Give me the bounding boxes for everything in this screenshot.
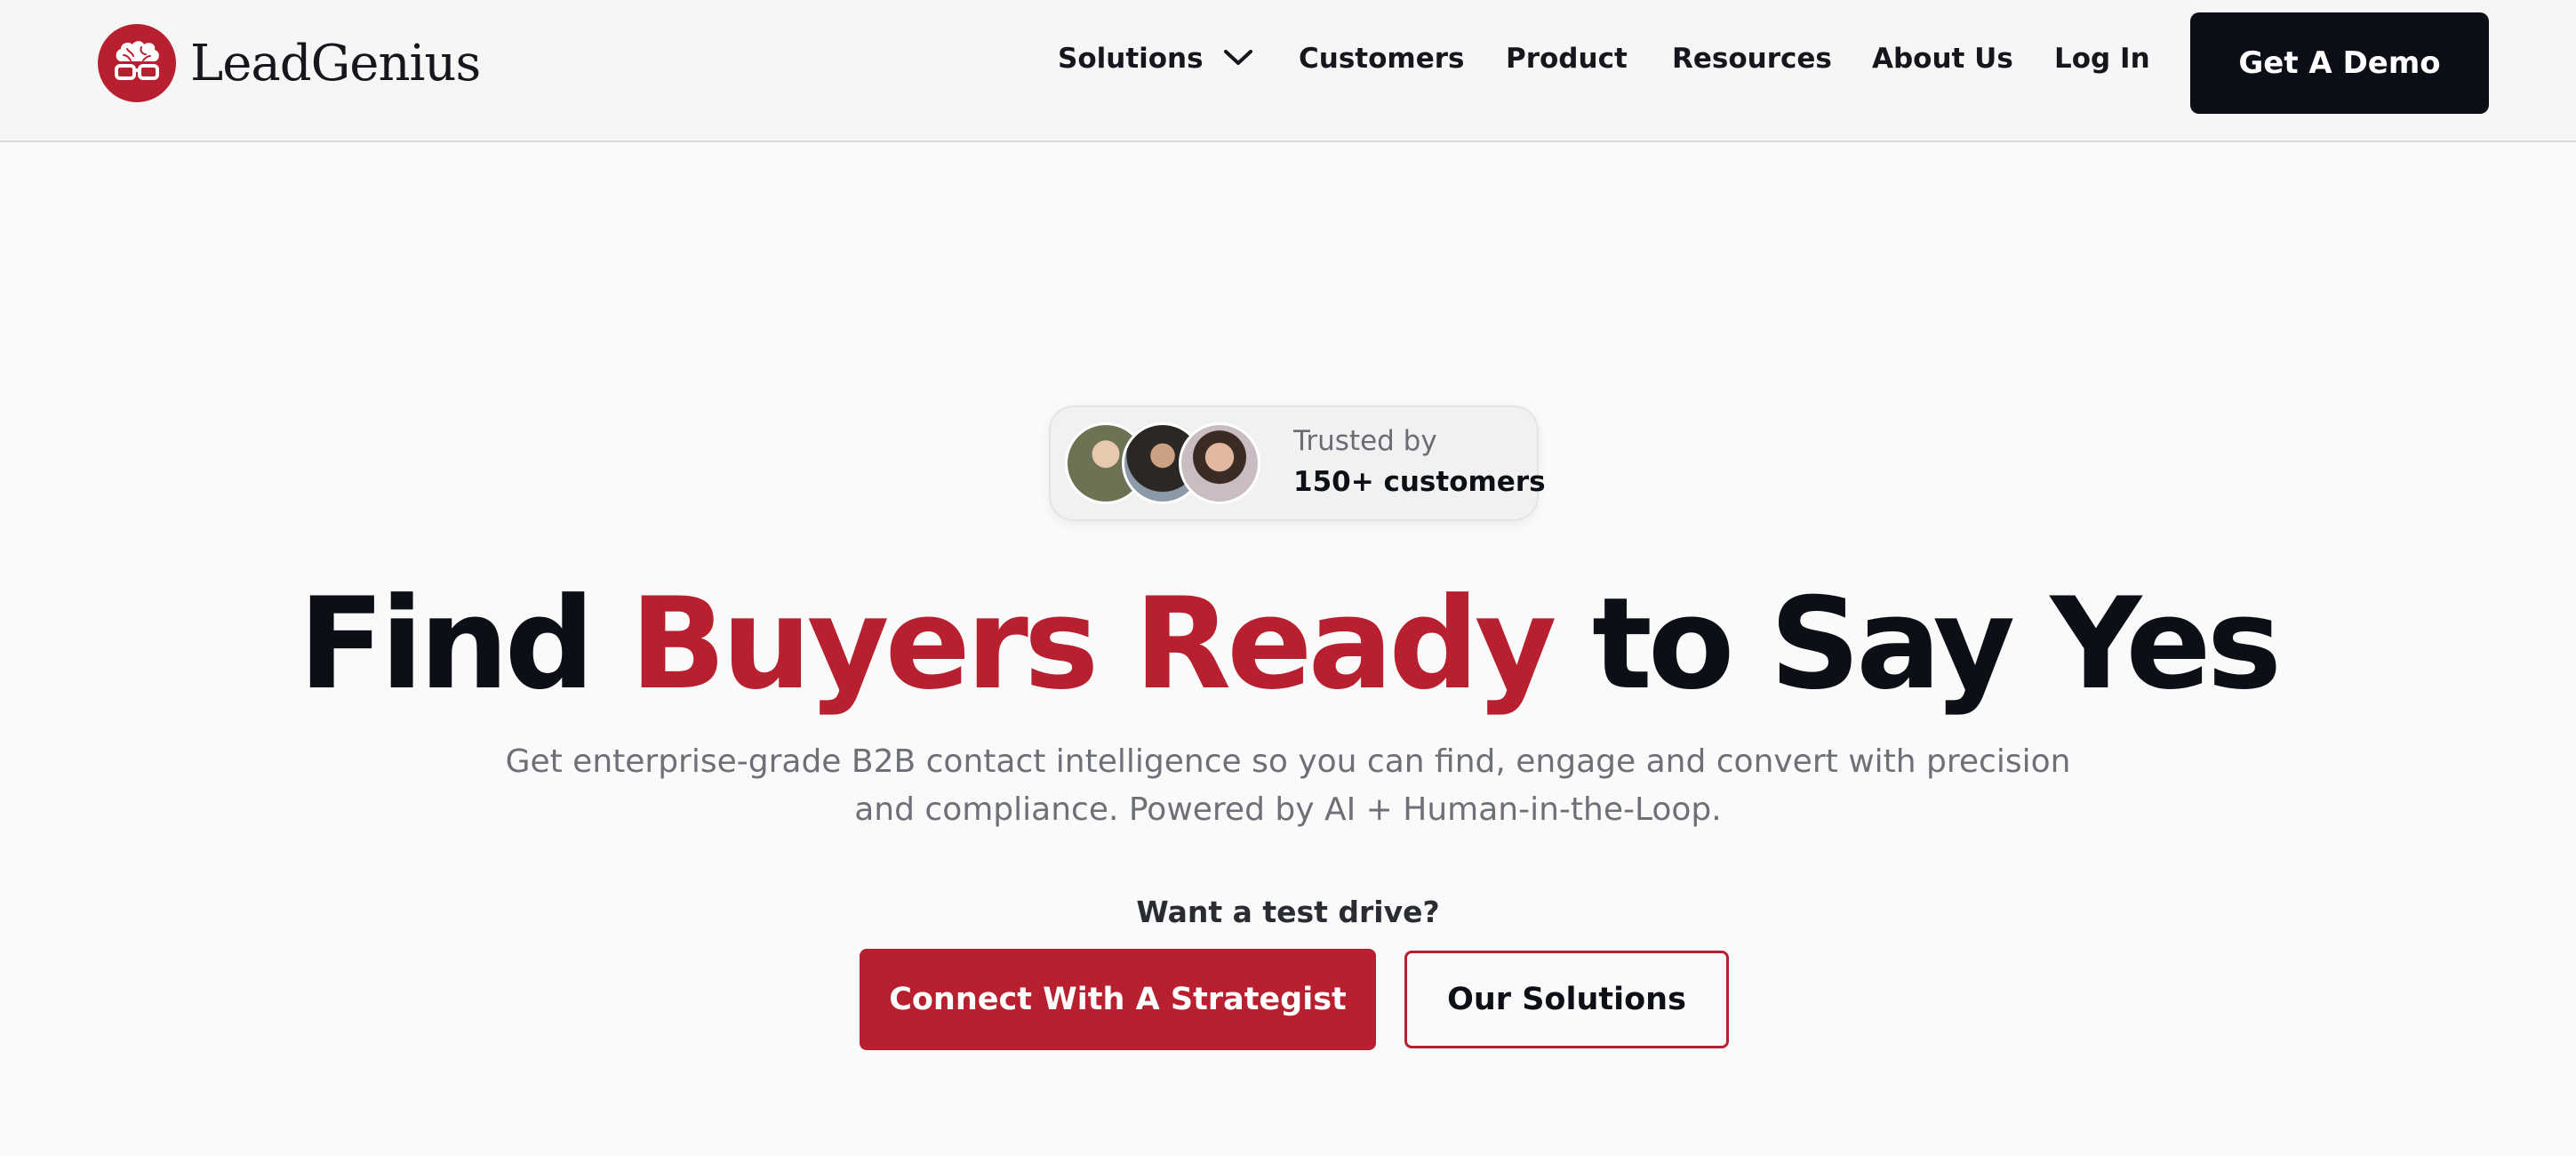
nav-solutions-label: Solutions [1058, 43, 1204, 75]
get-a-demo-button[interactable]: Get A Demo [2190, 12, 2489, 114]
site-header: LeadGenius Solutions Customers Product R… [0, 0, 2576, 142]
headline-part-2: to Say Yes [1552, 571, 2282, 718]
customer-avatar [1179, 422, 1260, 504]
hero-subtext: Get enterprise-grade B2B contact intelli… [505, 743, 2071, 828]
nav-about-us[interactable]: About Us [1872, 43, 2013, 75]
nav-product[interactable]: Product [1506, 43, 1628, 75]
chevron-down-icon [1223, 43, 1253, 75]
connect-with-strategist-button[interactable]: Connect With A Strategist [860, 949, 1376, 1050]
our-solutions-button[interactable]: Our Solutions [1404, 951, 1729, 1048]
brain-glasses-icon [98, 24, 176, 102]
logo-text: LeadGenius [190, 34, 481, 92]
trusted-by-badge: Trusted by 150+ customers [1049, 405, 1546, 521]
headline-accent: Buyers Ready [629, 571, 1557, 718]
trusted-by-label: Trusted by [1293, 425, 1437, 457]
nav-solutions[interactable]: Solutions [1058, 43, 1253, 75]
nav-resources[interactable]: Resources [1672, 43, 1832, 75]
customer-count: 150+ customers [1293, 466, 1546, 498]
nav-log-in[interactable]: Log In [2054, 43, 2150, 75]
headline-part-1: Find [298, 571, 630, 718]
test-drive-label: Want a test drive? [1136, 895, 1440, 929]
logo[interactable]: LeadGenius [98, 24, 481, 102]
hero-headline: Find Buyers Ready to Say Yes [0, 569, 2576, 720]
nav-customers[interactable]: Customers [1299, 43, 1464, 75]
